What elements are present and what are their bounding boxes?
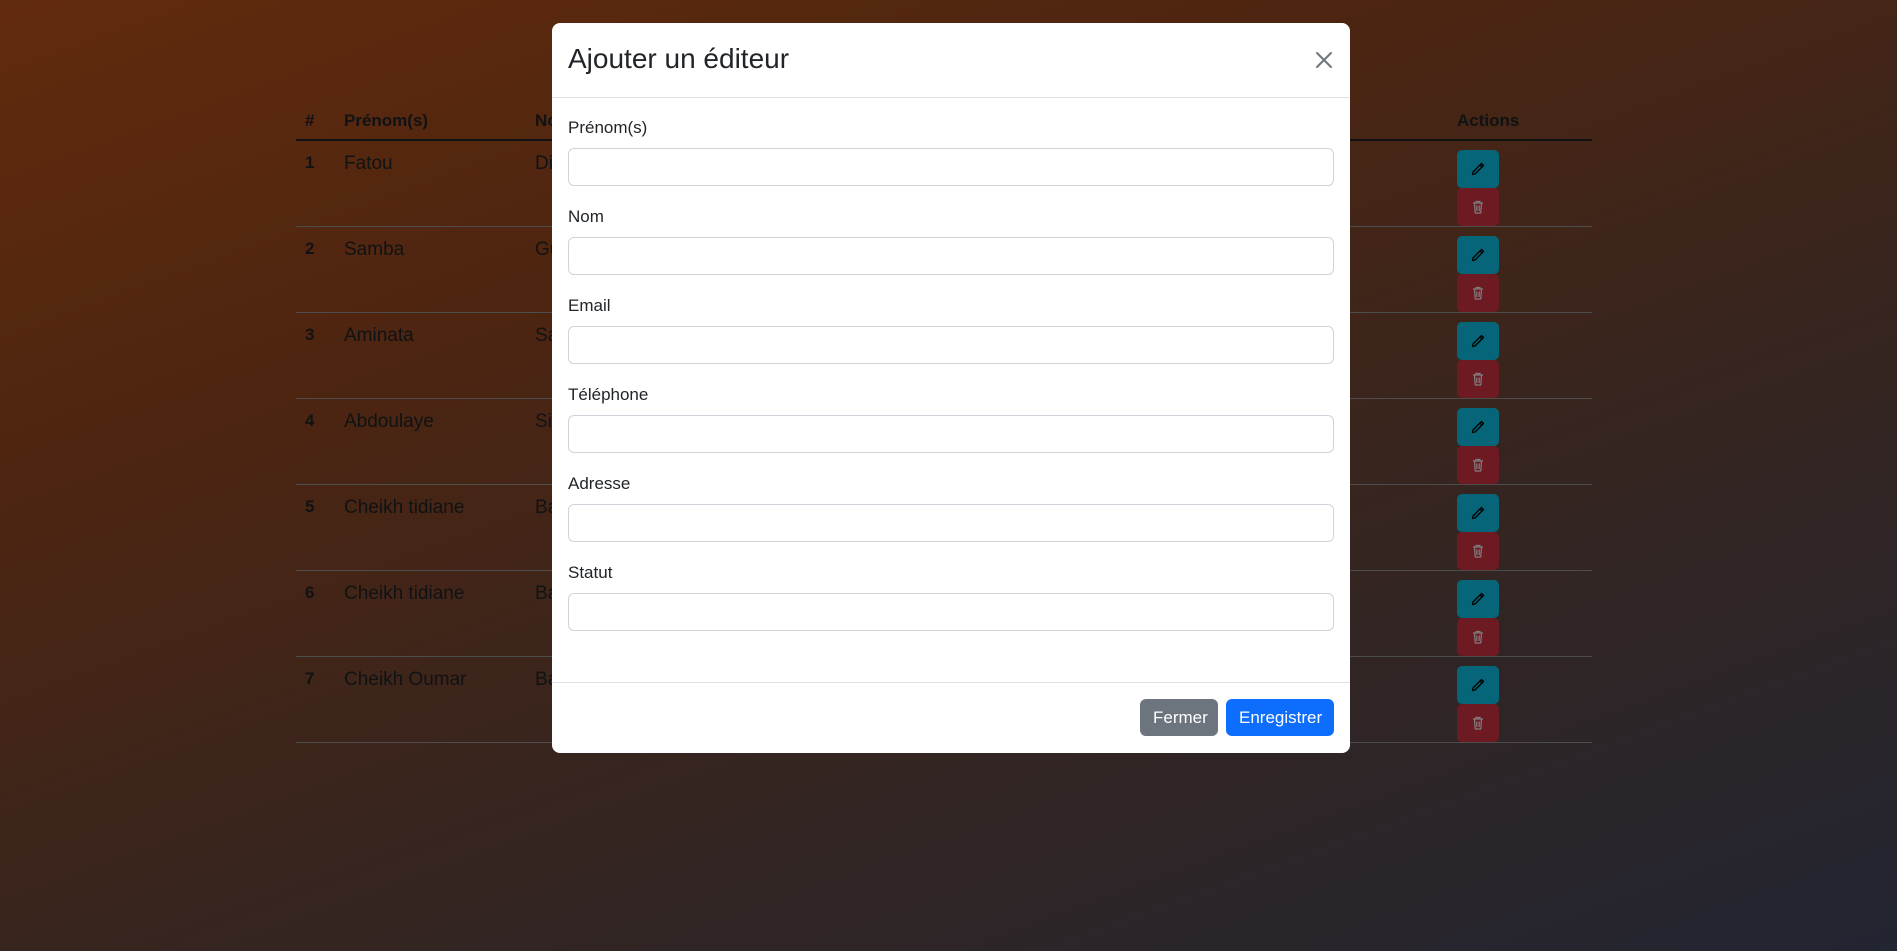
prenom-label: Prénom(s) <box>568 118 648 137</box>
field-prenom: Prénom(s) <box>568 118 1334 186</box>
modal-body: Prénom(s) Nom Email Téléphone Adresse St… <box>552 98 1350 631</box>
statut-label: Statut <box>568 563 613 582</box>
field-nom: Nom <box>568 207 1334 275</box>
prenom-input[interactable] <box>568 148 1334 186</box>
adresse-label: Adresse <box>568 474 631 493</box>
statut-input[interactable] <box>568 593 1334 631</box>
field-adresse: Adresse <box>568 474 1334 542</box>
field-statut: Statut <box>568 563 1334 631</box>
field-email: Email <box>568 296 1334 364</box>
telephone-input[interactable] <box>568 415 1334 453</box>
modal-header: Ajouter un éditeur <box>552 23 1350 98</box>
close-icon[interactable] <box>1312 48 1336 72</box>
adresse-input[interactable] <box>568 504 1334 542</box>
modal-title: Ajouter un éditeur <box>568 43 790 74</box>
field-telephone: Téléphone <box>568 385 1334 453</box>
nom-input[interactable] <box>568 237 1334 275</box>
modal-footer: Fermer Enregistrer <box>552 682 1350 753</box>
save-button[interactable]: Enregistrer <box>1226 699 1334 736</box>
telephone-label: Téléphone <box>568 385 649 404</box>
page: # Prénom(s) No Actions 1FatouDi2SambaGu3… <box>0 0 1897 951</box>
add-editor-modal: Ajouter un éditeur Prénom(s) Nom Email T… <box>552 23 1350 753</box>
email-label: Email <box>568 296 611 315</box>
close-button[interactable]: Fermer <box>1140 699 1218 736</box>
nom-label: Nom <box>568 207 604 226</box>
email-input[interactable] <box>568 326 1334 364</box>
